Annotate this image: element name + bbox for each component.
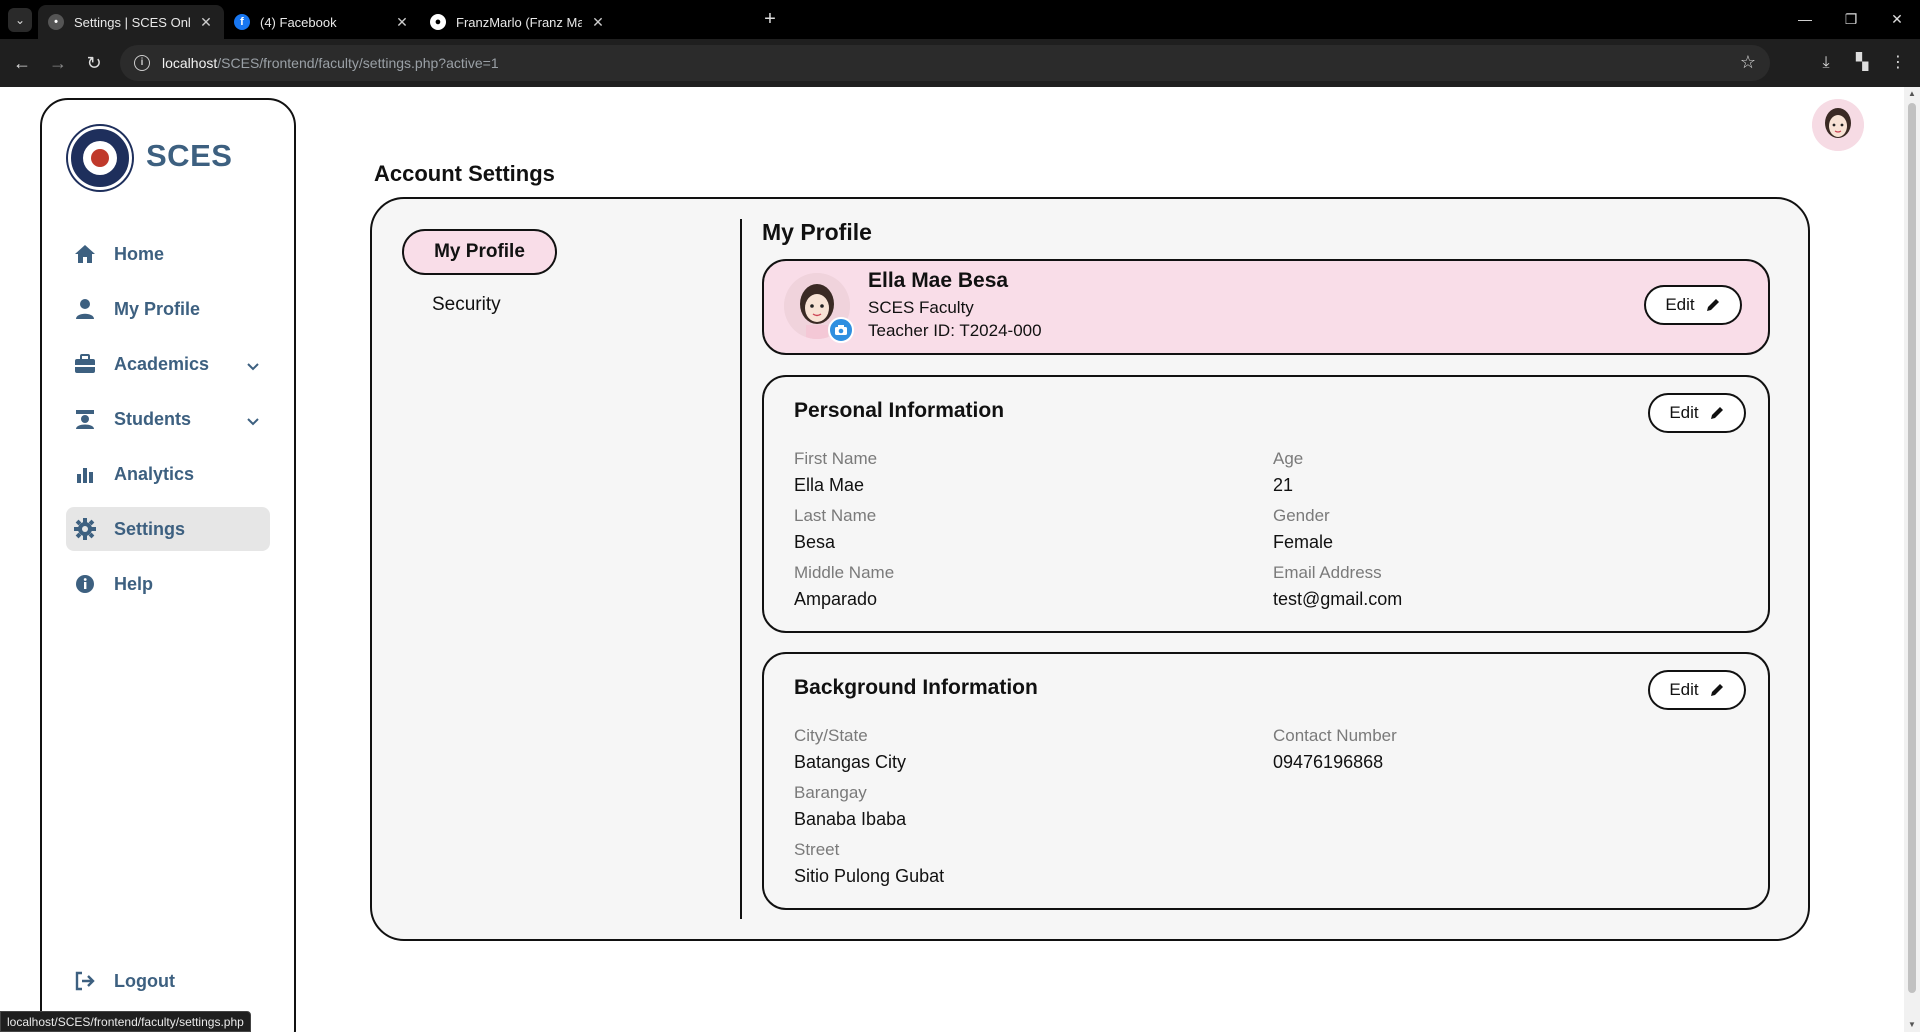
close-tab-icon[interactable]: ✕ (590, 14, 606, 31)
browser-tab-settings[interactable]: • Settings | SCES Online Learning ✕ (38, 5, 224, 39)
sces-favicon-icon: • (48, 14, 64, 30)
pencil-icon (1710, 407, 1723, 419)
browser-toolbar: ← → ↻ i localhost/SCES/frontend/faculty/… (0, 39, 1920, 87)
tab-my-profile[interactable]: My Profile (402, 229, 557, 275)
brand-name: SCES (146, 138, 233, 173)
info-icon (74, 573, 96, 595)
sidebar-item-label: Home (114, 243, 165, 264)
reload-icon[interactable]: ↻ (82, 51, 106, 75)
close-window-icon[interactable]: ✕ (1874, 0, 1920, 39)
profile-name: Ella Mae Besa (868, 269, 1009, 292)
page-viewport: SCES Home My Profile Academics Students … (0, 87, 1904, 1032)
new-tab-button[interactable]: + (758, 8, 782, 32)
link-status-bar: localhost/SCES/frontend/faculty/settings… (0, 1011, 251, 1032)
email-field: Email Address test@gmail.com (1273, 563, 1403, 609)
bar-chart-icon (74, 463, 96, 485)
sidebar-item-settings[interactable]: Settings (66, 507, 270, 551)
browser-tab-strip: ⌄ • Settings | SCES Online Learning ✕ f … (0, 0, 1920, 39)
briefcase-icon (74, 353, 96, 375)
sidebar-item-label: My Profile (114, 298, 201, 319)
barangay-field: Barangay Banaba Ibaba (794, 783, 907, 829)
background-information-card: Background Information Edit City/State B… (762, 652, 1770, 910)
teacher-id: Teacher ID: T2024-000 (868, 321, 1042, 340)
browser-menu-icon[interactable]: ⋮ (1886, 51, 1910, 75)
edit-personal-info-button[interactable]: Edit (1648, 393, 1746, 433)
gender-field: Gender Female (1273, 506, 1334, 552)
close-tab-icon[interactable]: ✕ (394, 14, 410, 31)
gear-icon (74, 518, 96, 540)
facebook-favicon-icon: f (234, 14, 250, 30)
sidebar-item-my-profile[interactable]: My Profile (66, 287, 270, 331)
site-info-icon[interactable]: i (134, 55, 150, 71)
logout-button[interactable]: Logout (66, 959, 270, 1003)
user-avatar[interactable] (1812, 99, 1864, 151)
contact-number-field: Contact Number 09476196868 (1273, 726, 1397, 772)
logout-label: Logout (114, 970, 175, 991)
first-name-field: First Name Ella Mae (794, 449, 878, 495)
github-favicon-icon: ● (430, 14, 446, 30)
sidebar-item-students[interactable]: Students (66, 397, 270, 441)
sidebar-item-label: Academics (114, 353, 210, 374)
tab-title: FranzMarlo (Franz Marlo Andal) (456, 14, 582, 30)
last-name-field: Last Name Besa (794, 506, 877, 552)
download-icon[interactable]: ⤓ (1814, 51, 1838, 75)
personal-info-heading: Personal Information (794, 399, 1005, 422)
user-icon (74, 298, 96, 320)
tab-title: Settings | SCES Online Learning (74, 14, 190, 30)
back-arrow-icon[interactable]: ← (10, 51, 34, 75)
scroll-up-arrow-icon[interactable]: ▲ (1904, 87, 1920, 101)
page-scrollbar[interactable]: ▲ ▼ (1904, 87, 1920, 1032)
profile-role: SCES Faculty (868, 298, 974, 317)
tab-search-button[interactable]: ⌄ (8, 8, 32, 32)
sidebar-item-help[interactable]: Help (66, 562, 270, 606)
sidebar-item-label: Students (114, 408, 192, 429)
scroll-down-arrow-icon[interactable]: ▼ (1904, 1018, 1920, 1032)
street-field: Street Sitio Pulong Gubat (794, 840, 945, 886)
restore-icon[interactable]: ❐ (1828, 0, 1874, 39)
settings-card: My Profile Security My Profile Ella Mae … (370, 197, 1810, 941)
section-heading: My Profile (762, 219, 872, 245)
middle-name-field: Middle Name Amparado (794, 563, 895, 609)
chevron-down-icon[interactable] (246, 356, 260, 377)
edit-label: Edit (1665, 295, 1695, 314)
address-bar[interactable]: i localhost/SCES/frontend/faculty/settin… (120, 45, 1770, 81)
profile-summary-card: Ella Mae Besa SCES Faculty Teacher ID: T… (762, 259, 1770, 355)
home-icon (74, 243, 96, 265)
chevron-down-icon[interactable] (246, 411, 260, 432)
logout-icon (74, 970, 96, 992)
sidebar: SCES Home My Profile Academics Students … (40, 98, 296, 1032)
sidebar-item-home[interactable]: Home (66, 232, 270, 276)
personal-information-card: Personal Information Edit First Name Ell… (762, 375, 1770, 633)
pencil-icon (1710, 684, 1723, 696)
sidebar-item-academics[interactable]: Academics (66, 342, 270, 386)
sidebar-item-analytics[interactable]: Analytics (66, 452, 270, 496)
tab-security[interactable]: Security (432, 294, 501, 316)
pencil-icon (1706, 299, 1719, 311)
sidebar-item-label: Analytics (114, 463, 195, 484)
vertical-divider (740, 219, 742, 919)
age-field: Age 21 (1273, 449, 1304, 495)
background-info-heading: Background Information (794, 676, 1038, 699)
forward-arrow-icon[interactable]: → (46, 51, 70, 75)
scrollbar-thumb[interactable] (1908, 103, 1916, 993)
sidebar-item-label: Help (114, 573, 154, 594)
edit-label: Edit (1669, 403, 1699, 422)
tab-title: (4) Facebook (260, 14, 337, 30)
browser-tab-facebook[interactable]: f (4) Facebook ✕ (224, 5, 420, 39)
minimize-icon[interactable]: — (1782, 0, 1828, 39)
close-tab-icon[interactable]: ✕ (198, 14, 214, 31)
profile-switcher-icon[interactable]: ▚ (1850, 51, 1874, 75)
url-text: localhost/SCES/frontend/faculty/settings… (162, 55, 499, 71)
browser-tab-github[interactable]: ● FranzMarlo (Franz Marlo Andal) ✕ (420, 5, 616, 39)
bookmark-star-icon[interactable]: ☆ (1740, 52, 1756, 73)
city-state-field: City/State Batangas City (794, 726, 907, 772)
edit-profile-button[interactable]: Edit (1644, 285, 1742, 325)
student-icon (74, 408, 96, 430)
edit-background-info-button[interactable]: Edit (1648, 670, 1746, 710)
page-title: Account Settings (374, 161, 555, 186)
sidebar-item-label: Settings (114, 518, 186, 539)
school-logo (68, 126, 132, 190)
camera-icon[interactable] (828, 317, 854, 343)
edit-label: Edit (1669, 680, 1699, 699)
